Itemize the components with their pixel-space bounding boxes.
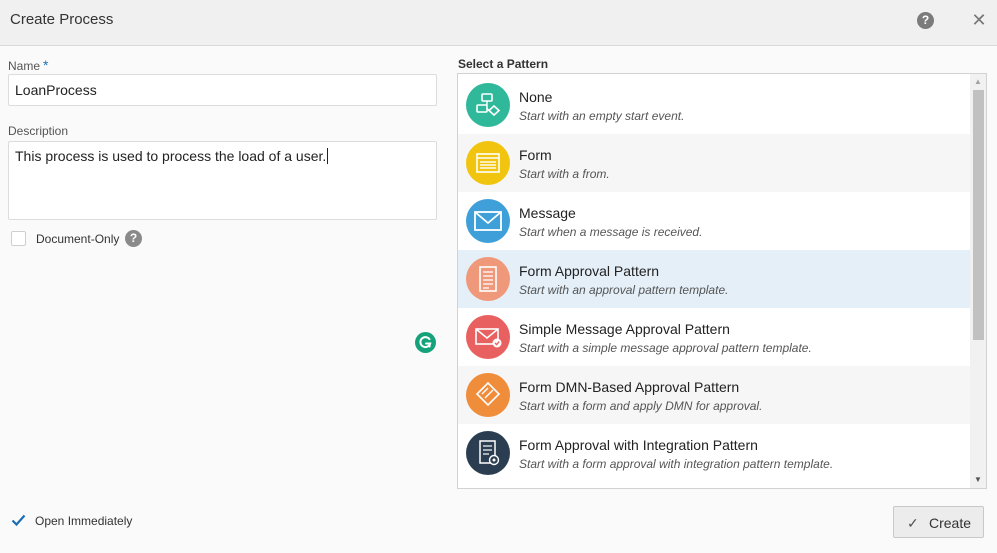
pattern-list: None Start with an empty start event. Fo… <box>457 73 987 489</box>
document-only-help-icon[interactable]: ? <box>125 230 142 247</box>
scroll-thumb[interactable] <box>973 90 984 340</box>
description-textarea[interactable]: This process is used to process the load… <box>8 141 437 353</box>
name-label: Name * <box>8 57 48 73</box>
pattern-description: Start when a message is received. <box>519 225 703 239</box>
scroll-down-arrow-icon[interactable]: ▼ <box>970 472 986 488</box>
create-button-label: Create <box>929 515 972 531</box>
pattern-item-none[interactable]: None Start with an empty start event. <box>458 76 970 134</box>
pattern-item-partial[interactable] <box>458 482 970 488</box>
required-marker: * <box>43 57 49 73</box>
dialog-title: Create Process <box>10 11 114 28</box>
document-only-label: Document-Only <box>36 232 120 246</box>
create-process-dialog: Create Process ? ✕ Name * LoanProcess Des… <box>0 0 997 553</box>
pattern-title: Form Approval with Integration Pattern <box>519 437 758 453</box>
pattern-title: Form <box>519 147 552 163</box>
pattern-list-scrollbar[interactable]: ▲ ▼ <box>970 74 986 488</box>
pattern-title: Simple Message Approval Pattern <box>519 321 730 337</box>
pattern-item-form[interactable]: Form Start with a from. <box>458 134 970 192</box>
help-icon[interactable]: ? <box>917 12 934 29</box>
pattern-item-form-approval-integration[interactable]: Form Approval with Integration Pattern S… <box>458 424 970 482</box>
create-button[interactable]: ✓ Create <box>893 506 984 538</box>
document-list-icon <box>466 257 510 301</box>
open-immediately-checkbox[interactable] <box>11 513 26 528</box>
close-icon[interactable]: ✕ <box>970 11 988 29</box>
pattern-title: Form Approval Pattern <box>519 263 660 279</box>
decision-diamond-icon <box>466 373 510 417</box>
scroll-up-arrow-icon[interactable]: ▲ <box>970 74 986 90</box>
envelope-check-icon <box>466 315 510 359</box>
pattern-heading: Select a Pattern <box>458 57 549 71</box>
open-immediately-label: Open Immediately <box>35 514 133 528</box>
name-input[interactable]: LoanProcess <box>8 74 437 106</box>
pattern-item-message[interactable]: Message Start when a message is received… <box>458 192 970 250</box>
flow-diagram-icon <box>466 83 510 127</box>
pattern-description: Start with a from. <box>519 167 610 181</box>
description-label: Description <box>8 124 69 138</box>
pattern-item-form-approval[interactable]: Form Approval Pattern Start with an appr… <box>458 250 970 308</box>
pattern-title: None <box>519 89 553 105</box>
pattern-description: Start with an empty start event. <box>519 109 685 123</box>
check-icon: ✓ <box>907 515 919 531</box>
pattern-item-form-dmn-approval[interactable]: Form DMN-Based Approval Pattern Start wi… <box>458 366 970 424</box>
envelope-icon <box>466 199 510 243</box>
name-label-text: Name <box>8 59 41 73</box>
checkmark-icon <box>11 514 26 527</box>
pattern-item-simple-message-approval[interactable]: Simple Message Approval Pattern Start wi… <box>458 308 970 366</box>
grammarly-icon[interactable] <box>415 332 436 353</box>
pattern-description: Start with a form and apply DMN for appr… <box>519 399 763 413</box>
pattern-description: Start with a form approval with integrat… <box>519 457 834 471</box>
pattern-title: Form DMN-Based Approval Pattern <box>519 379 740 395</box>
description-text: This process is used to process the load… <box>15 148 327 164</box>
pattern-title: Message <box>519 205 576 221</box>
text-cursor <box>327 148 329 164</box>
pattern-description: Start with an approval pattern template. <box>519 283 729 297</box>
pattern-description: Start with a simple message approval pat… <box>519 341 812 355</box>
dialog-header: Create Process ? ✕ <box>0 0 997 46</box>
document-gear-icon <box>466 431 510 475</box>
document-only-checkbox[interactable] <box>11 231 26 246</box>
form-icon <box>466 141 510 185</box>
